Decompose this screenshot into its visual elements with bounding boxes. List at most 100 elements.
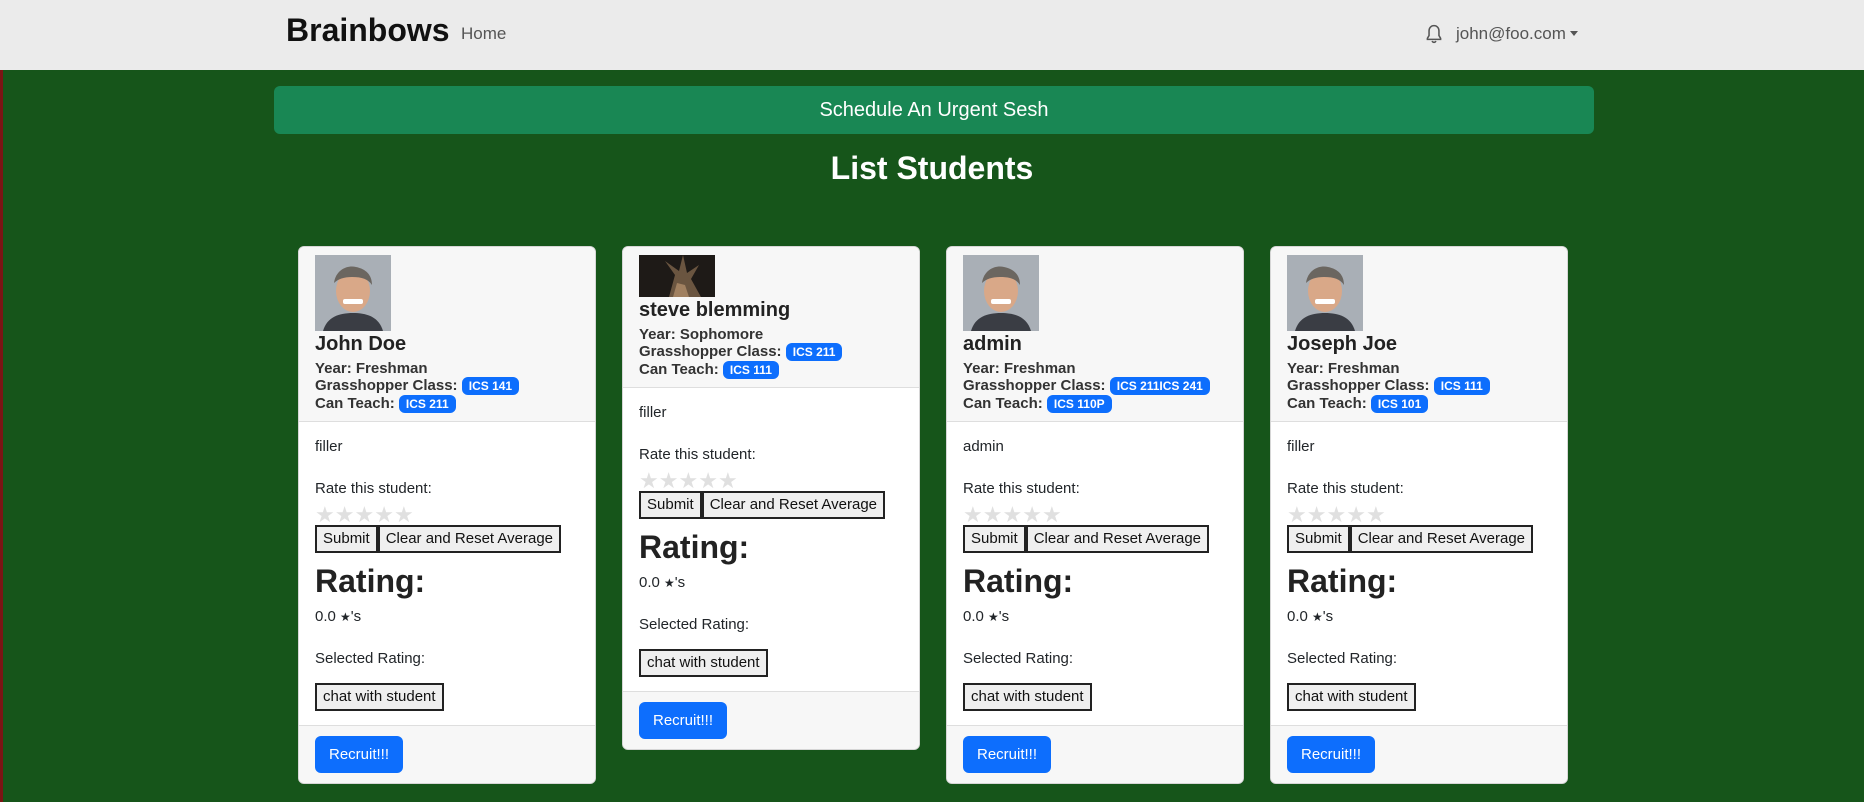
teach-badge: ICS 110P (1046, 395, 1112, 414)
year-value: Freshman (355, 360, 428, 377)
star-icon[interactable]: ★ (963, 502, 983, 527)
chat-button[interactable]: chat with student (963, 683, 1092, 712)
rate-label: Rate this student: (963, 480, 1080, 498)
card-body: filler Rate this student: ★★★★★ Submit Cl… (1271, 422, 1567, 712)
avatar (639, 255, 715, 297)
rate-label: Rate this student: (315, 480, 432, 498)
submit-button[interactable]: Submit (1287, 525, 1350, 554)
star-icon[interactable]: ★ (639, 468, 659, 493)
star-icon[interactable]: ★ (718, 468, 738, 493)
card-footer: Recruit!!! (1271, 725, 1567, 784)
star-icon: ★ (988, 610, 999, 625)
year-label: Year: (315, 360, 352, 377)
chat-button[interactable]: chat with student (315, 683, 444, 712)
class-badge: ICS 211ICS 241 (1109, 377, 1210, 396)
class-label: Grasshopper Class: (963, 377, 1106, 394)
submit-button[interactable]: Submit (315, 525, 378, 554)
star-icon[interactable]: ★ (1287, 502, 1307, 527)
rate-label: Rate this student: (1287, 480, 1404, 498)
card-footer: Recruit!!! (623, 691, 919, 750)
star-icon[interactable]: ★ (1307, 502, 1327, 527)
stars-suffix: 's (998, 608, 1010, 626)
navbar: Brainbows Home john@foo.com (0, 0, 1864, 70)
submit-button[interactable]: Submit (639, 491, 702, 520)
star-icon: ★ (664, 576, 675, 591)
student-teaches: Can Teach: ICS 111 (639, 361, 903, 380)
stars-suffix: 's (1322, 608, 1334, 626)
recruit-button[interactable]: Recruit!!! (963, 736, 1052, 774)
teach-badge: ICS 211 (398, 395, 456, 414)
recruit-button[interactable]: Recruit!!! (639, 702, 728, 740)
star-icon[interactable]: ★ (394, 502, 414, 527)
star-icon[interactable]: ★ (659, 468, 679, 493)
teach-label: Can Teach: (963, 395, 1043, 413)
recruit-button[interactable]: Recruit!!! (1287, 736, 1376, 774)
selected-rating-label: Selected Rating: (1287, 650, 1398, 668)
rating-heading: Rating: (639, 529, 750, 566)
chat-button[interactable]: chat with student (1287, 683, 1416, 712)
student-name: steve blemming (639, 299, 791, 321)
student-card: Joseph Joe Year: Freshman Grasshopper Cl… (1270, 246, 1568, 785)
rating-heading: Rating: (963, 563, 1074, 600)
brand-logo[interactable]: Brainbows (286, 12, 450, 49)
rating-number: 0.0 (1287, 608, 1308, 626)
student-bio: filler (639, 404, 667, 422)
star-icon[interactable]: ★ (1366, 502, 1386, 527)
star-icon: ★ (1312, 610, 1323, 625)
rating-value: 0.0 ★'s (1287, 608, 1551, 625)
user-dropdown[interactable]: john@foo.com (1456, 24, 1578, 44)
stars-suffix: 's (674, 574, 686, 592)
clear-reset-button[interactable]: Clear and Reset Average (701, 491, 886, 520)
star-icon[interactable]: ★ (678, 468, 698, 493)
bell-icon[interactable] (1425, 24, 1443, 46)
chat-button[interactable]: chat with student (639, 649, 768, 678)
student-name: Joseph Joe (1287, 333, 1398, 355)
class-label: Grasshopper Class: (639, 343, 782, 360)
star-icon[interactable]: ★ (1346, 502, 1366, 527)
nav-home-link[interactable]: Home (461, 24, 506, 44)
star-rating-input: ★★★★★ (639, 468, 903, 493)
year-value: Sophomore (679, 326, 764, 343)
rating-heading: Rating: (1287, 563, 1398, 600)
submit-button[interactable]: Submit (963, 525, 1026, 554)
card-footer: Recruit!!! (947, 725, 1243, 784)
star-icon[interactable]: ★ (1002, 502, 1022, 527)
student-year: Year: Freshman (963, 360, 1227, 377)
card-header: Joseph Joe Year: Freshman Grasshopper Cl… (1271, 247, 1567, 423)
card-header: John Doe Year: Freshman Grasshopper Clas… (299, 247, 595, 423)
avatar (963, 255, 1039, 331)
star-icon[interactable]: ★ (315, 502, 335, 527)
student-teaches: Can Teach: ICS 211 (315, 395, 579, 414)
year-value: Freshman (1003, 360, 1076, 377)
selected-rating-label: Selected Rating: (639, 616, 750, 634)
star-icon[interactable]: ★ (1022, 502, 1042, 527)
star-icon[interactable]: ★ (374, 502, 394, 527)
star-rating-input: ★★★★★ (1287, 502, 1551, 527)
clear-reset-button[interactable]: Clear and Reset Average (1349, 525, 1534, 554)
card-body: admin Rate this student: ★★★★★ Submit Cle… (947, 422, 1243, 712)
selected-rating-label: Selected Rating: (963, 650, 1074, 668)
year-label: Year: (963, 360, 1000, 377)
class-label: Grasshopper Class: (1287, 377, 1430, 394)
star-icon[interactable]: ★ (1042, 502, 1062, 527)
rating-heading: Rating: (315, 563, 426, 600)
star-icon[interactable]: ★ (335, 502, 355, 527)
star-icon[interactable]: ★ (354, 502, 374, 527)
star-icon[interactable]: ★ (698, 468, 718, 493)
card-header: steve blemming Year: Sophomore Grasshopp… (623, 247, 919, 389)
student-classes: Grasshopper Class: ICS 211ICS 241 (963, 377, 1227, 396)
clear-reset-button[interactable]: Clear and Reset Average (1025, 525, 1210, 554)
schedule-urgent-button[interactable]: Schedule An Urgent Sesh (274, 86, 1594, 134)
student-year: Year: Freshman (1287, 360, 1551, 377)
user-email: john@foo.com (1456, 24, 1566, 43)
star-rating-input: ★★★★★ (315, 502, 579, 527)
chevron-down-icon (1569, 31, 1578, 36)
star-icon[interactable]: ★ (983, 502, 1003, 527)
student-year: Year: Sophomore (639, 326, 903, 343)
recruit-button[interactable]: Recruit!!! (315, 736, 404, 774)
year-value: Freshman (1327, 360, 1400, 377)
star-rating-input: ★★★★★ (963, 502, 1227, 527)
clear-reset-button[interactable]: Clear and Reset Average (377, 525, 562, 554)
star-icon[interactable]: ★ (1326, 502, 1346, 527)
rating-number: 0.0 (315, 608, 336, 626)
